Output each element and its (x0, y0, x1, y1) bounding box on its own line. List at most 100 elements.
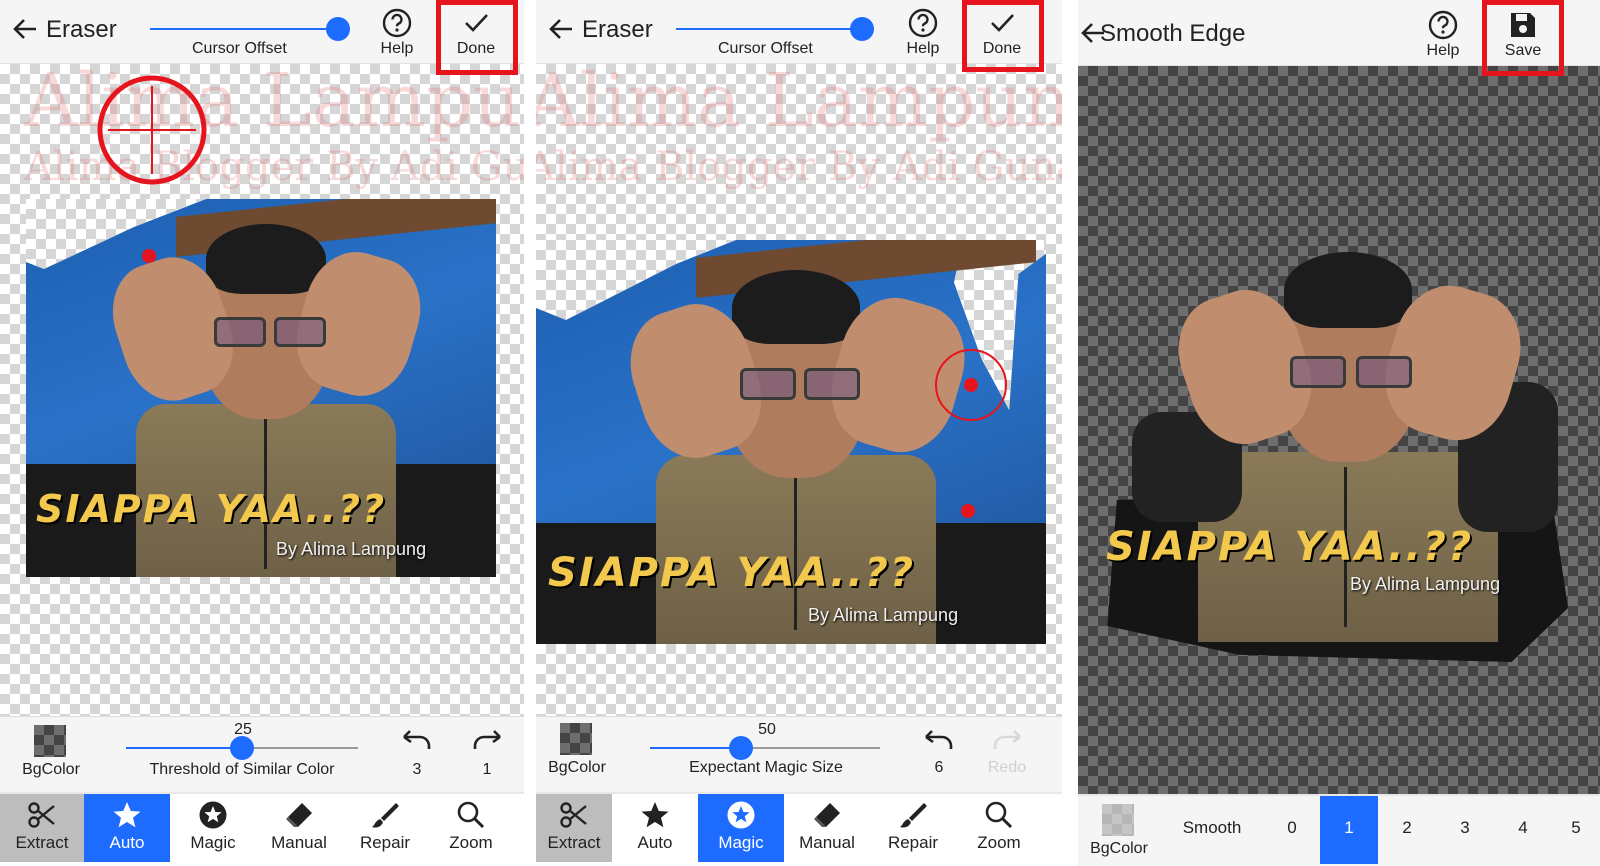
tab-zoom-label: Zoom (977, 833, 1021, 852)
tab-manual[interactable]: Manual (256, 794, 342, 862)
save-highlight-box (1482, 0, 1564, 76)
tab-manual-label: Manual (799, 833, 855, 852)
screen-title: Smooth Edge (1100, 20, 1246, 47)
smooth-level-bar: BgColor Smooth 0 1 2 3 4 5 (1078, 794, 1600, 866)
photo-layer: SIAPPA YAA..?? By Alima Lampung (26, 199, 496, 577)
help-button[interactable]: Help (898, 8, 948, 58)
bgcolor-label: BgColor (1090, 840, 1148, 857)
dark-transparent-canvas[interactable]: SIAPPA YAA..?? By Alima Lampung (1078, 66, 1600, 794)
tab-manual[interactable]: Manual (784, 794, 870, 862)
bgcolor-label: BgColor (548, 759, 606, 776)
tab-repair[interactable]: Repair (870, 794, 956, 862)
screen-title: Eraser (582, 16, 653, 43)
magic-size-track-empty[interactable] (740, 747, 880, 749)
smooth-level-4[interactable]: 4 (1494, 796, 1552, 864)
bgcolor-icon[interactable] (34, 725, 66, 757)
search-icon (457, 801, 485, 829)
tab-extract[interactable]: Extract (0, 794, 84, 862)
bgcolor-label: BgColor (22, 761, 80, 778)
cutout-layer: SIAPPA YAA..?? By Alima Lampung (1098, 252, 1568, 662)
threshold-track-filled[interactable] (126, 747, 242, 749)
bgcolor-icon[interactable] (560, 723, 592, 755)
redo-icon[interactable] (470, 727, 504, 753)
tab-extract-label: Extract (547, 833, 601, 852)
eraser-point-marker (961, 504, 975, 518)
tab-zoom-label: Zoom (449, 833, 493, 852)
transparent-canvas[interactable]: Alima Lampung Business Alima Blogger By … (0, 58, 524, 716)
sticker-byline: By Alima Lampung (1350, 574, 1501, 594)
tab-magic[interactable]: Magic (170, 794, 256, 862)
undo-count: 6 (934, 759, 944, 776)
help-label: Help (1426, 42, 1460, 59)
smooth-level-3[interactable]: 3 (1436, 796, 1494, 864)
magic-size-value: 50 (758, 721, 776, 738)
sticker-byline: By Alima Lampung (276, 539, 427, 559)
undo-icon[interactable] (400, 727, 434, 753)
tab-auto-label: Auto (637, 833, 673, 852)
eraser-icon (814, 803, 840, 827)
star-icon (641, 802, 669, 828)
tab-zoom[interactable]: Zoom (956, 794, 1042, 862)
tab-magic-label: Magic (718, 833, 764, 852)
screen-title: Eraser (46, 16, 117, 43)
undo-icon[interactable] (922, 727, 956, 753)
tab-zoom[interactable]: Zoom (428, 794, 514, 862)
tab-auto-label: Auto (109, 833, 145, 852)
sticker-text: SIAPPA YAA..?? (548, 550, 916, 596)
star-icon (113, 802, 141, 828)
cursor-offset-track[interactable] (150, 28, 326, 30)
sticker-byline: By Alima Lampung (808, 605, 959, 625)
scissors-icon (28, 802, 55, 828)
help-button[interactable]: Help (372, 8, 422, 58)
tab-manual-label: Manual (271, 833, 327, 852)
cursor-offset-knob[interactable] (850, 17, 874, 41)
threshold-track-empty[interactable] (242, 747, 358, 749)
watermark-line2: Alima Blogger By Adi Gunawan (536, 144, 1062, 190)
magic-size-track-filled[interactable] (650, 747, 740, 749)
mode-tabs: Extract Auto Magic Manual Repair Zoom (536, 792, 1062, 866)
tab-magic-label: Magic (190, 833, 236, 852)
eraser-icon (286, 803, 312, 827)
tab-auto[interactable]: Auto (84, 794, 170, 862)
brush-icon (372, 803, 399, 828)
smooth-level-2[interactable]: 2 (1378, 796, 1436, 864)
help-button[interactable]: Help (1418, 10, 1468, 60)
done-highlight-box (436, 0, 518, 75)
help-label: Help (906, 40, 940, 57)
back-arrow-icon[interactable] (10, 14, 40, 44)
redo-count: 1 (482, 761, 492, 778)
magic-size-knob[interactable] (729, 736, 753, 760)
smooth-level-0[interactable]: 0 (1264, 796, 1320, 864)
cursor-offset-knob[interactable] (326, 17, 350, 41)
smooth-level-5[interactable]: 5 (1552, 796, 1600, 864)
sticker-text: SIAPPA YAA..?? (1106, 524, 1474, 570)
redo-label: Redo (987, 759, 1027, 776)
tab-magic[interactable]: Magic (698, 794, 784, 862)
magic-size-label: Expectant Magic Size (689, 759, 843, 776)
bgcolor-icon[interactable] (1102, 804, 1134, 836)
photo-layer: SIAPPA YAA..?? By Alima Lampung (536, 240, 1046, 644)
tab-auto[interactable]: Auto (612, 794, 698, 862)
smooth-level-1[interactable]: 1 (1320, 796, 1378, 864)
eraser-point-marker (142, 249, 156, 263)
done-highlight-box (962, 0, 1044, 72)
help-icon (1428, 10, 1458, 40)
cursor-offset-track[interactable] (676, 28, 852, 30)
threshold-knob[interactable] (230, 736, 254, 760)
magic-star-icon (199, 801, 227, 829)
back-arrow-icon[interactable] (546, 14, 576, 44)
magic-star-icon (727, 801, 755, 829)
magic-cursor-icon[interactable] (933, 347, 1009, 423)
help-label: Help (380, 40, 414, 57)
tab-extract[interactable]: Extract (536, 794, 612, 862)
redo-icon[interactable] (990, 727, 1024, 753)
scissors-icon (560, 802, 587, 828)
transparent-canvas[interactable]: Alima Lampung Business Alima Blogger By … (536, 58, 1062, 716)
tab-repair[interactable]: Repair (342, 794, 428, 862)
target-cursor-icon[interactable] (96, 74, 208, 186)
eraser-magic-screen: Alima Lampung Business Alima Blogger By … (536, 0, 1062, 866)
help-icon (382, 8, 412, 38)
eraser-auto-screen: Alima Lampung Business Alima Blogger By … (0, 0, 524, 866)
smooth-label: Smooth (1182, 818, 1242, 837)
cursor-offset-label: Cursor Offset (192, 40, 287, 57)
